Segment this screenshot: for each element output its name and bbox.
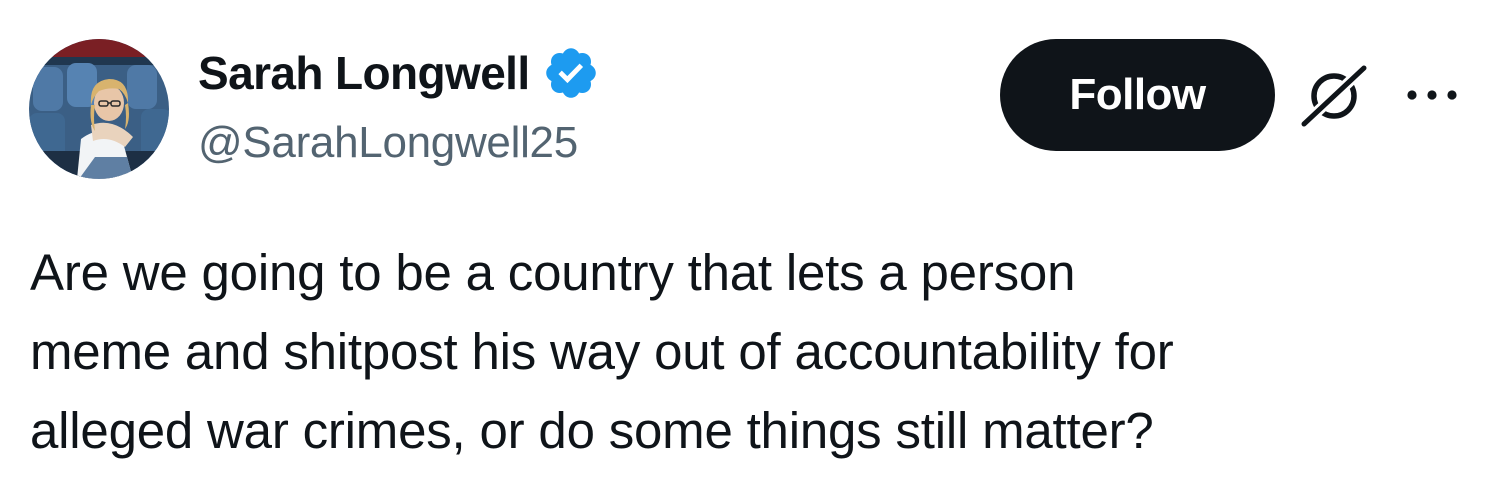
verified-badge-icon[interactable]: [542, 44, 600, 102]
avatar[interactable]: [29, 39, 169, 179]
tweet-text-line: Are we going to be a country that lets a…: [30, 244, 1076, 301]
author-name-row: Sarah Longwell: [198, 44, 600, 102]
more-horizontal-icon[interactable]: [1404, 80, 1460, 110]
tweet-card: Sarah Longwell @SarahLongwell25 Follow A…: [0, 0, 1494, 504]
author-display-name[interactable]: Sarah Longwell: [198, 46, 530, 100]
tweet-text: Are we going to be a country that lets a…: [30, 233, 1470, 470]
tweet-text-line: meme and shitpost his way out of account…: [30, 323, 1174, 380]
tweet-text-line: alleged war crimes, or do some things st…: [30, 402, 1154, 459]
grok-icon[interactable]: [1298, 62, 1370, 130]
follow-button[interactable]: Follow: [1000, 39, 1275, 151]
author-handle[interactable]: @SarahLongwell25: [198, 118, 578, 168]
avatar-photo: [29, 39, 169, 179]
